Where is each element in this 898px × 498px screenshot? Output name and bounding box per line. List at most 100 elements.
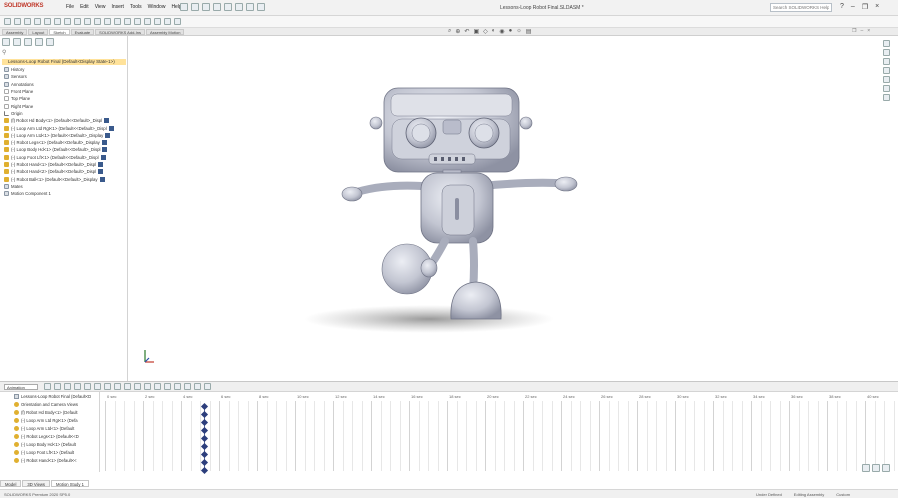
shaded-sketch-icon[interactable]	[164, 18, 171, 25]
relations-icon[interactable]	[114, 18, 121, 25]
study-properties-icon[interactable]	[194, 383, 201, 390]
zoom-fit-icon[interactable]: ⌕	[448, 28, 451, 35]
select-icon[interactable]	[235, 3, 243, 11]
minimize-icon[interactable]: –	[851, 3, 855, 11]
design-library-icon[interactable]	[883, 49, 890, 56]
animation-wizard-icon[interactable]	[114, 383, 121, 390]
rectangle-icon[interactable]	[24, 18, 31, 25]
motion-tree-item[interactable]: (-) Loop Foot Lft<1> (Default	[0, 448, 99, 456]
tree-item[interactable]: Top Plane	[4, 95, 128, 102]
search-input[interactable]	[770, 3, 832, 12]
new-document-icon[interactable]	[180, 3, 188, 11]
robot-model[interactable]	[129, 36, 883, 381]
motion-tree-item[interactable]: (f) Robot Hd Body<1> (Default	[0, 408, 99, 416]
viewport-minimize-icon[interactable]: –	[860, 28, 863, 34]
move-entities-icon[interactable]	[104, 18, 111, 25]
rebuild-icon[interactable]	[246, 3, 254, 11]
tab-assembly-motion[interactable]: Assembly Motion	[145, 29, 185, 35]
results-icon[interactable]	[184, 383, 191, 390]
rapid-sketch-icon[interactable]	[144, 18, 151, 25]
tree-item[interactable]: Sensors	[4, 73, 128, 80]
community-icon[interactable]	[883, 94, 890, 101]
tree-item[interactable]: (-) Loop Arm Ltd<1> (Default<<Default>_D…	[4, 132, 128, 139]
keyframe[interactable]	[200, 458, 209, 467]
motion-tree-item[interactable]: (-) Loop Arm Ltd<1> (Default	[0, 424, 99, 432]
menu-tools[interactable]: Tools	[130, 4, 142, 10]
tab-addins[interactable]: SOLIDWORKS Add-Ins	[95, 29, 145, 35]
print-icon[interactable]	[213, 3, 221, 11]
tree-item[interactable]: (-) Loop Foot Lft<1> (Default<<Default>_…	[4, 154, 128, 161]
menu-edit[interactable]: Edit	[80, 4, 89, 10]
motion-tree-item[interactable]: (-) Robot Hand<1> (Default<<	[0, 456, 99, 464]
keyframe[interactable]	[200, 418, 209, 427]
motion-tree-item[interactable]: Orientation and Camera Views	[0, 400, 99, 408]
keyframe[interactable]	[200, 426, 209, 435]
configuration-tab-icon[interactable]	[24, 38, 32, 46]
close-icon[interactable]: ×	[875, 3, 879, 11]
pattern-icon[interactable]	[94, 18, 101, 25]
keyframe[interactable]	[200, 442, 209, 451]
tree-item[interactable]: (-) Robot Hand<2> (Default<<Default>_Dis…	[4, 168, 128, 175]
autokey-icon[interactable]	[124, 383, 131, 390]
app-logo[interactable]: SOLIDWORKS	[4, 3, 44, 9]
playback-speed-icon[interactable]	[84, 383, 91, 390]
options-icon[interactable]	[257, 3, 265, 11]
arc-icon[interactable]	[44, 18, 51, 25]
view-palette-icon[interactable]	[883, 67, 890, 74]
playback-mode-icon[interactable]	[94, 383, 101, 390]
tab-evaluate[interactable]: Evaluate	[70, 29, 95, 35]
tree-item[interactable]: (-) Loop Body Hd<1> (Default<<Default>_D…	[4, 146, 128, 153]
keyframe[interactable]	[200, 410, 209, 419]
zoom-fit-timeline-icon[interactable]	[882, 464, 890, 472]
motion-tree-item[interactable]: (-) Robot Legs<1> (Default<<D	[0, 432, 99, 440]
instant2d-icon[interactable]	[154, 18, 161, 25]
timeline[interactable]: 0 sec 2 sec 4 sec 6 sec 8 sec 10 sec 12 sec 14 …	[100, 392, 898, 475]
fillet-icon[interactable]	[64, 18, 71, 25]
motor-icon[interactable]	[144, 383, 151, 390]
keyframe[interactable]	[200, 434, 209, 443]
line-icon[interactable]	[14, 18, 21, 25]
smart-dimension-icon[interactable]	[174, 18, 181, 25]
calculate-icon[interactable]	[44, 383, 51, 390]
viewport-close-icon[interactable]: ×	[867, 28, 870, 34]
view-orientation-icon[interactable]: ◇	[483, 28, 488, 35]
tree-item[interactable]: History	[4, 66, 128, 73]
restore-viewport-icon[interactable]: ❐	[852, 28, 856, 34]
contact-icon[interactable]	[164, 383, 171, 390]
spline-icon[interactable]	[54, 18, 61, 25]
tab-model[interactable]: Model	[0, 480, 22, 487]
previous-view-icon[interactable]: ↶	[464, 28, 469, 35]
tree-item[interactable]: Origin	[4, 110, 128, 117]
quick-snaps-icon[interactable]	[134, 18, 141, 25]
keyframe[interactable]	[200, 450, 209, 459]
menu-window[interactable]: Window	[148, 4, 166, 10]
dimxpert-tab-icon[interactable]	[35, 38, 43, 46]
tab-motion-study-1[interactable]: Motion Study 1	[51, 480, 89, 487]
tab-assembly[interactable]: Assembly	[2, 29, 28, 35]
hide-show-icon[interactable]: ◉	[499, 28, 504, 35]
undo-icon[interactable]	[224, 3, 232, 11]
tree-item[interactable]: Mates	[4, 183, 128, 190]
repair-sketch-icon[interactable]	[124, 18, 131, 25]
tree-item[interactable]: Motion Component 1	[4, 190, 128, 197]
menu-file[interactable]: File	[66, 4, 74, 10]
appearance-icon[interactable]: ●	[509, 28, 513, 35]
graphics-area[interactable]	[129, 36, 883, 381]
tab-3d-views[interactable]: 3D Views	[22, 480, 51, 487]
tree-item[interactable]: Right Plane	[4, 102, 128, 109]
tree-item[interactable]: (f) Robot Hd Body<1> (Default<<Default>_…	[4, 117, 128, 124]
menu-view[interactable]: View	[95, 4, 106, 10]
keyframe[interactable]	[200, 466, 209, 475]
sketch-icon[interactable]	[4, 18, 11, 25]
section-view-icon[interactable]: ▣	[473, 28, 479, 35]
keyframe[interactable]	[200, 402, 209, 411]
property-manager-tab-icon[interactable]	[13, 38, 21, 46]
tree-item[interactable]: Annotations	[4, 81, 128, 88]
resources-icon[interactable]	[883, 40, 890, 47]
collapse-icon[interactable]	[204, 383, 211, 390]
tree-item[interactable]: (-) Robot Ball<1> (Default<<Default>_Dis…	[4, 175, 128, 182]
file-explorer-icon[interactable]	[883, 58, 890, 65]
save-animation-icon[interactable]	[104, 383, 111, 390]
assembly-root-node[interactable]: Lessons-Loop Robot Final (Default<Displa…	[2, 59, 126, 65]
display-manager-tab-icon[interactable]	[46, 38, 54, 46]
